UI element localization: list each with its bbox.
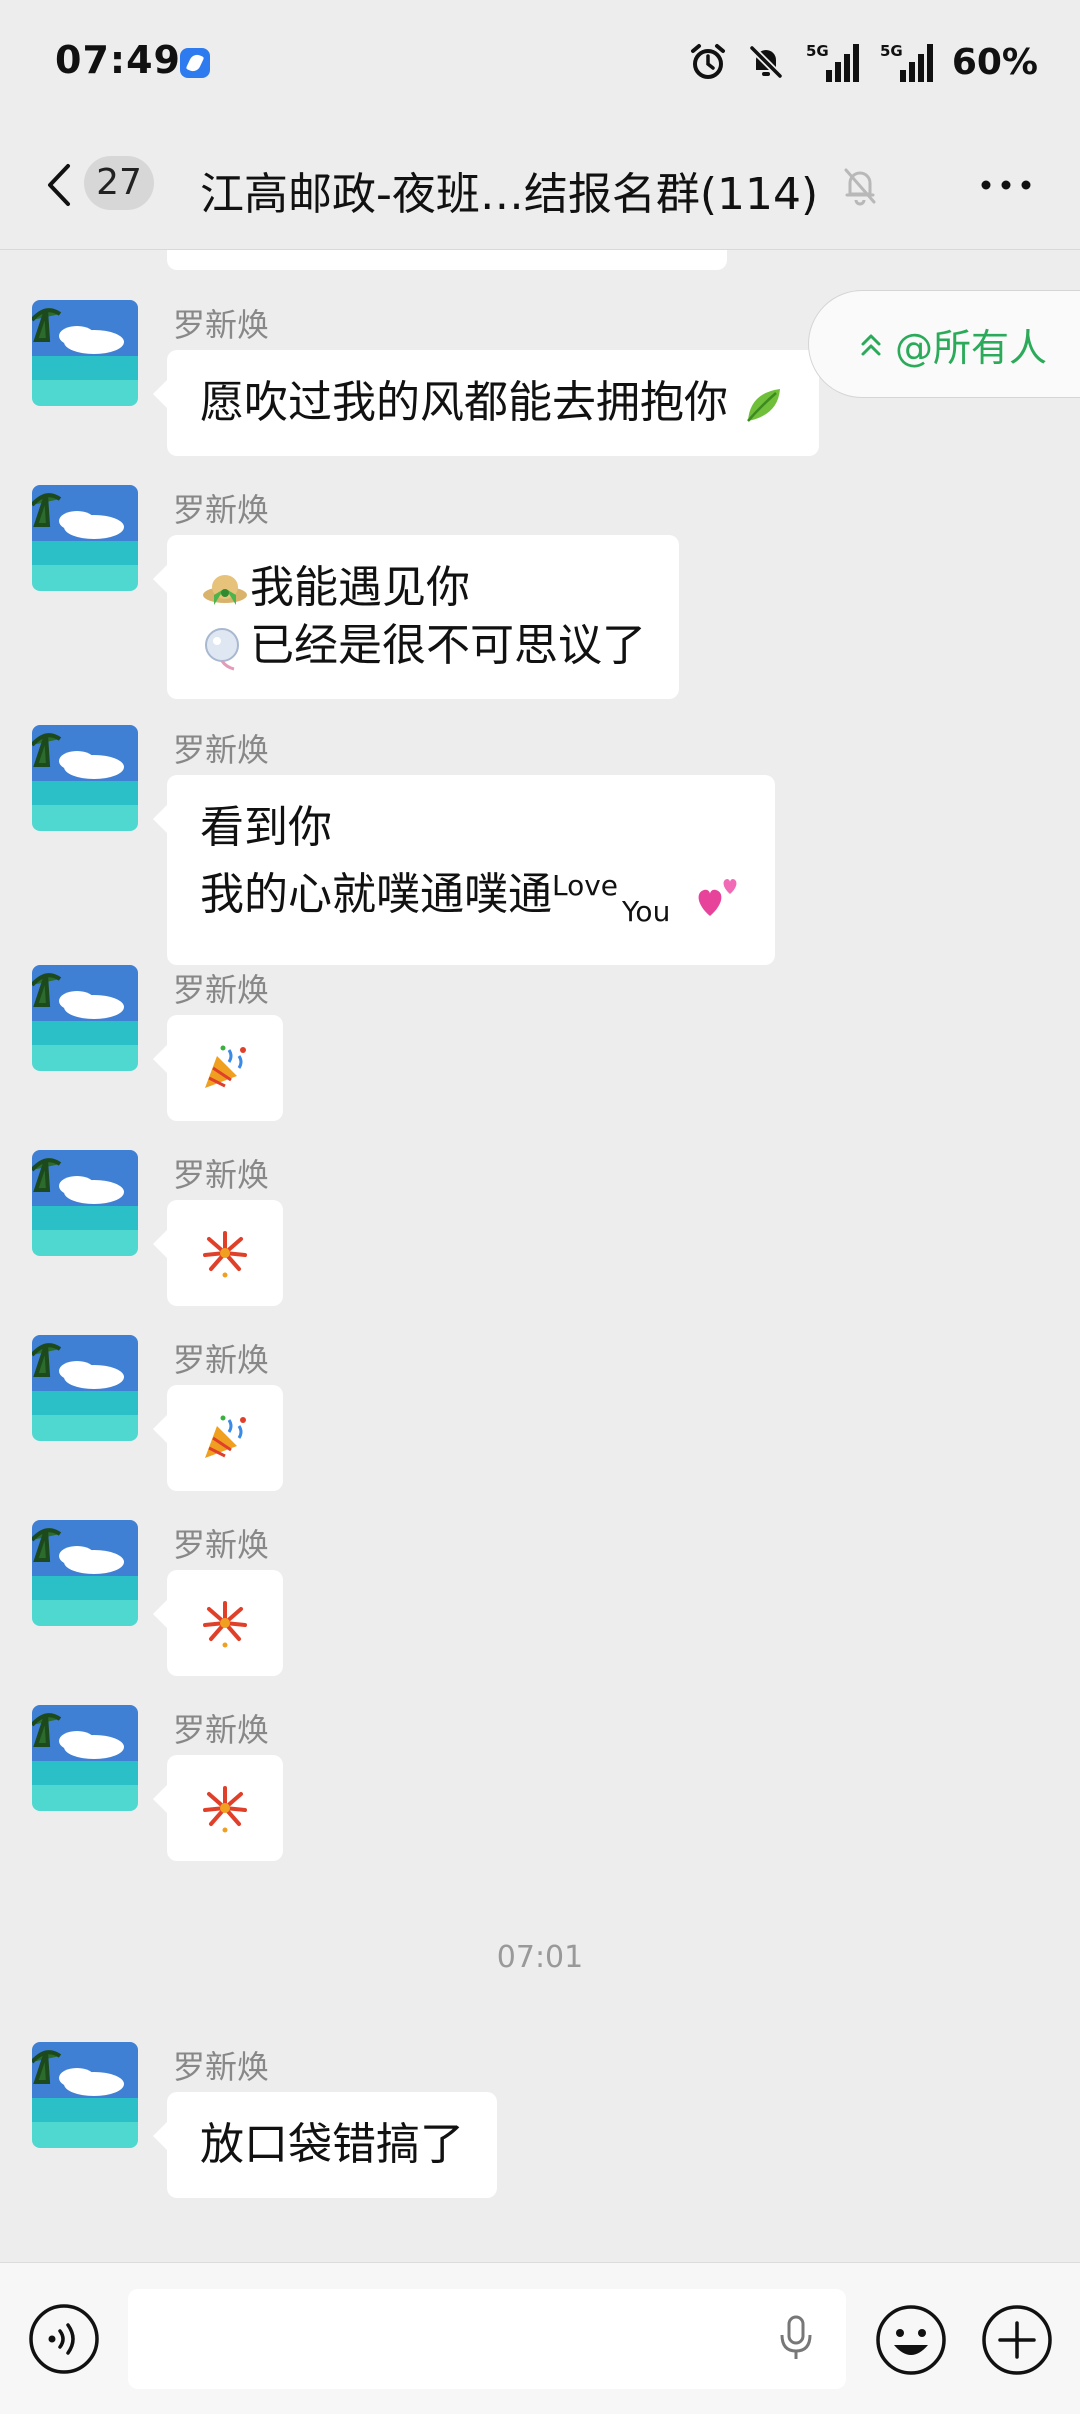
avatar[interactable] [32,1520,138,1626]
message-item: 罗新焕 [0,1335,1080,1495]
message-text: 愿吹过我的风都能去拥抱你 [200,377,728,428]
fireworks-icon [203,1231,247,1278]
input-bar [0,2262,1080,2414]
message-item: 罗新焕 [0,1520,1080,1680]
double-chevron-up-icon [861,334,881,356]
message-text-line1: 我能遇见你 [250,562,470,613]
svg-text:5G: 5G [880,42,903,60]
sender-name: 罗新焕 [173,1526,270,1564]
avatar[interactable] [32,300,138,406]
message-bubble[interactable] [153,1200,283,1306]
two-hearts-emoji-icon [698,879,737,916]
mention-all-button[interactable]: @所有人 [808,290,1080,398]
mention-all-label: @所有人 [895,325,1048,370]
more-options-icon[interactable] [976,170,1036,200]
avatar[interactable] [32,1705,138,1811]
avatar[interactable] [32,965,138,1071]
message-bubble[interactable]: 愿吹过我的风都能去拥抱你 [153,350,819,456]
avatar[interactable] [32,485,138,591]
muted-bell-icon [844,168,876,206]
plus-icon[interactable] [980,2303,1054,2377]
message-input[interactable] [128,2289,846,2389]
message-bubble[interactable] [153,1015,283,1121]
unread-count-badge[interactable]: 27 [84,156,154,210]
microphone-icon[interactable] [776,2313,816,2363]
chat-title[interactable]: 江高邮政-夜班…结报名群(114) [200,158,818,222]
sender-name: 罗新焕 [173,731,270,769]
partial-message-bubble[interactable] [167,250,727,270]
svg-text:5G: 5G [806,42,829,60]
fireworks-icon [203,1601,247,1648]
signal-5g-icon: 5G [806,42,859,82]
bow-hat-emoji-icon [203,575,247,605]
signal-5g-2-icon: 5G [880,42,933,82]
chat-message-list[interactable]: 罗新焕 愿吹过我的风都能去拥抱你 罗新焕 我能遇见你 已经是很不可思议了 罗新焕… [0,250,1080,2260]
message-item: 罗新焕 我能遇见你 已经是很不可思议了 [0,485,1080,699]
sender-name: 罗新焕 [173,491,270,529]
status-bar: 07:49 5G 5G 60% [0,0,1080,120]
message-text: 放口袋错搞了 [200,2119,464,2170]
you-subscript: You [622,895,671,928]
avatar[interactable] [32,2042,138,2148]
avatar[interactable] [32,725,138,831]
status-time: 07:49 [55,38,181,82]
fireworks-icon [203,1786,247,1833]
sender-name: 罗新焕 [173,1341,270,1379]
sender-name: 罗新焕 [173,1711,270,1749]
message-bubble[interactable]: 我能遇见你 已经是很不可思议了 [153,535,679,699]
message-item: 罗新焕 看到你 我的心就噗通噗通LoveYou [0,725,1080,965]
message-bubble[interactable] [153,1385,283,1491]
message-item: 罗新焕 [0,1150,1080,1310]
time-divider: 07:01 [496,1940,584,1975]
app-notification-icon [180,48,210,78]
message-bubble[interactable] [153,1570,283,1676]
message-bubble[interactable]: 看到你 我的心就噗通噗通LoveYou [152,775,776,965]
battery-level: 60% [951,41,1038,83]
message-text-line1: 看到你 [200,802,332,853]
message-text-line2: 已经是很不可思议了 [250,620,646,671]
love-superscript: Love [552,869,619,902]
emoji-icon[interactable] [874,2303,948,2377]
sender-name: 罗新焕 [173,306,270,344]
message-bubble[interactable]: 放口袋错搞了 [153,2092,497,2198]
status-icons: 5G 5G 60% [688,40,1038,84]
sender-name: 罗新焕 [173,2048,270,2086]
avatar[interactable] [32,1150,138,1256]
message-item: 罗新焕 [0,1705,1080,1865]
sender-name: 罗新焕 [173,1156,270,1194]
back-arrow-icon[interactable] [38,160,78,210]
mute-bell-icon [749,45,783,79]
message-item: 罗新焕 放口袋错搞了 [0,2042,1080,2202]
party-popper-icon [205,1415,246,1458]
message-bubble[interactable] [153,1755,283,1861]
message-item: 罗新焕 [0,965,1080,1125]
party-popper-icon [205,1045,246,1088]
chat-header: 27 江高邮政-夜班…结报名群(114) [0,120,1080,250]
voice-mode-icon[interactable] [28,2303,100,2375]
leaf-emoji-icon [747,389,780,422]
avatar[interactable] [32,1335,138,1441]
message-text-line2: 我的心就噗通噗通 [200,869,552,920]
bubble-emoji-icon [205,628,239,671]
alarm-icon [690,44,725,79]
sender-name: 罗新焕 [173,971,270,1009]
